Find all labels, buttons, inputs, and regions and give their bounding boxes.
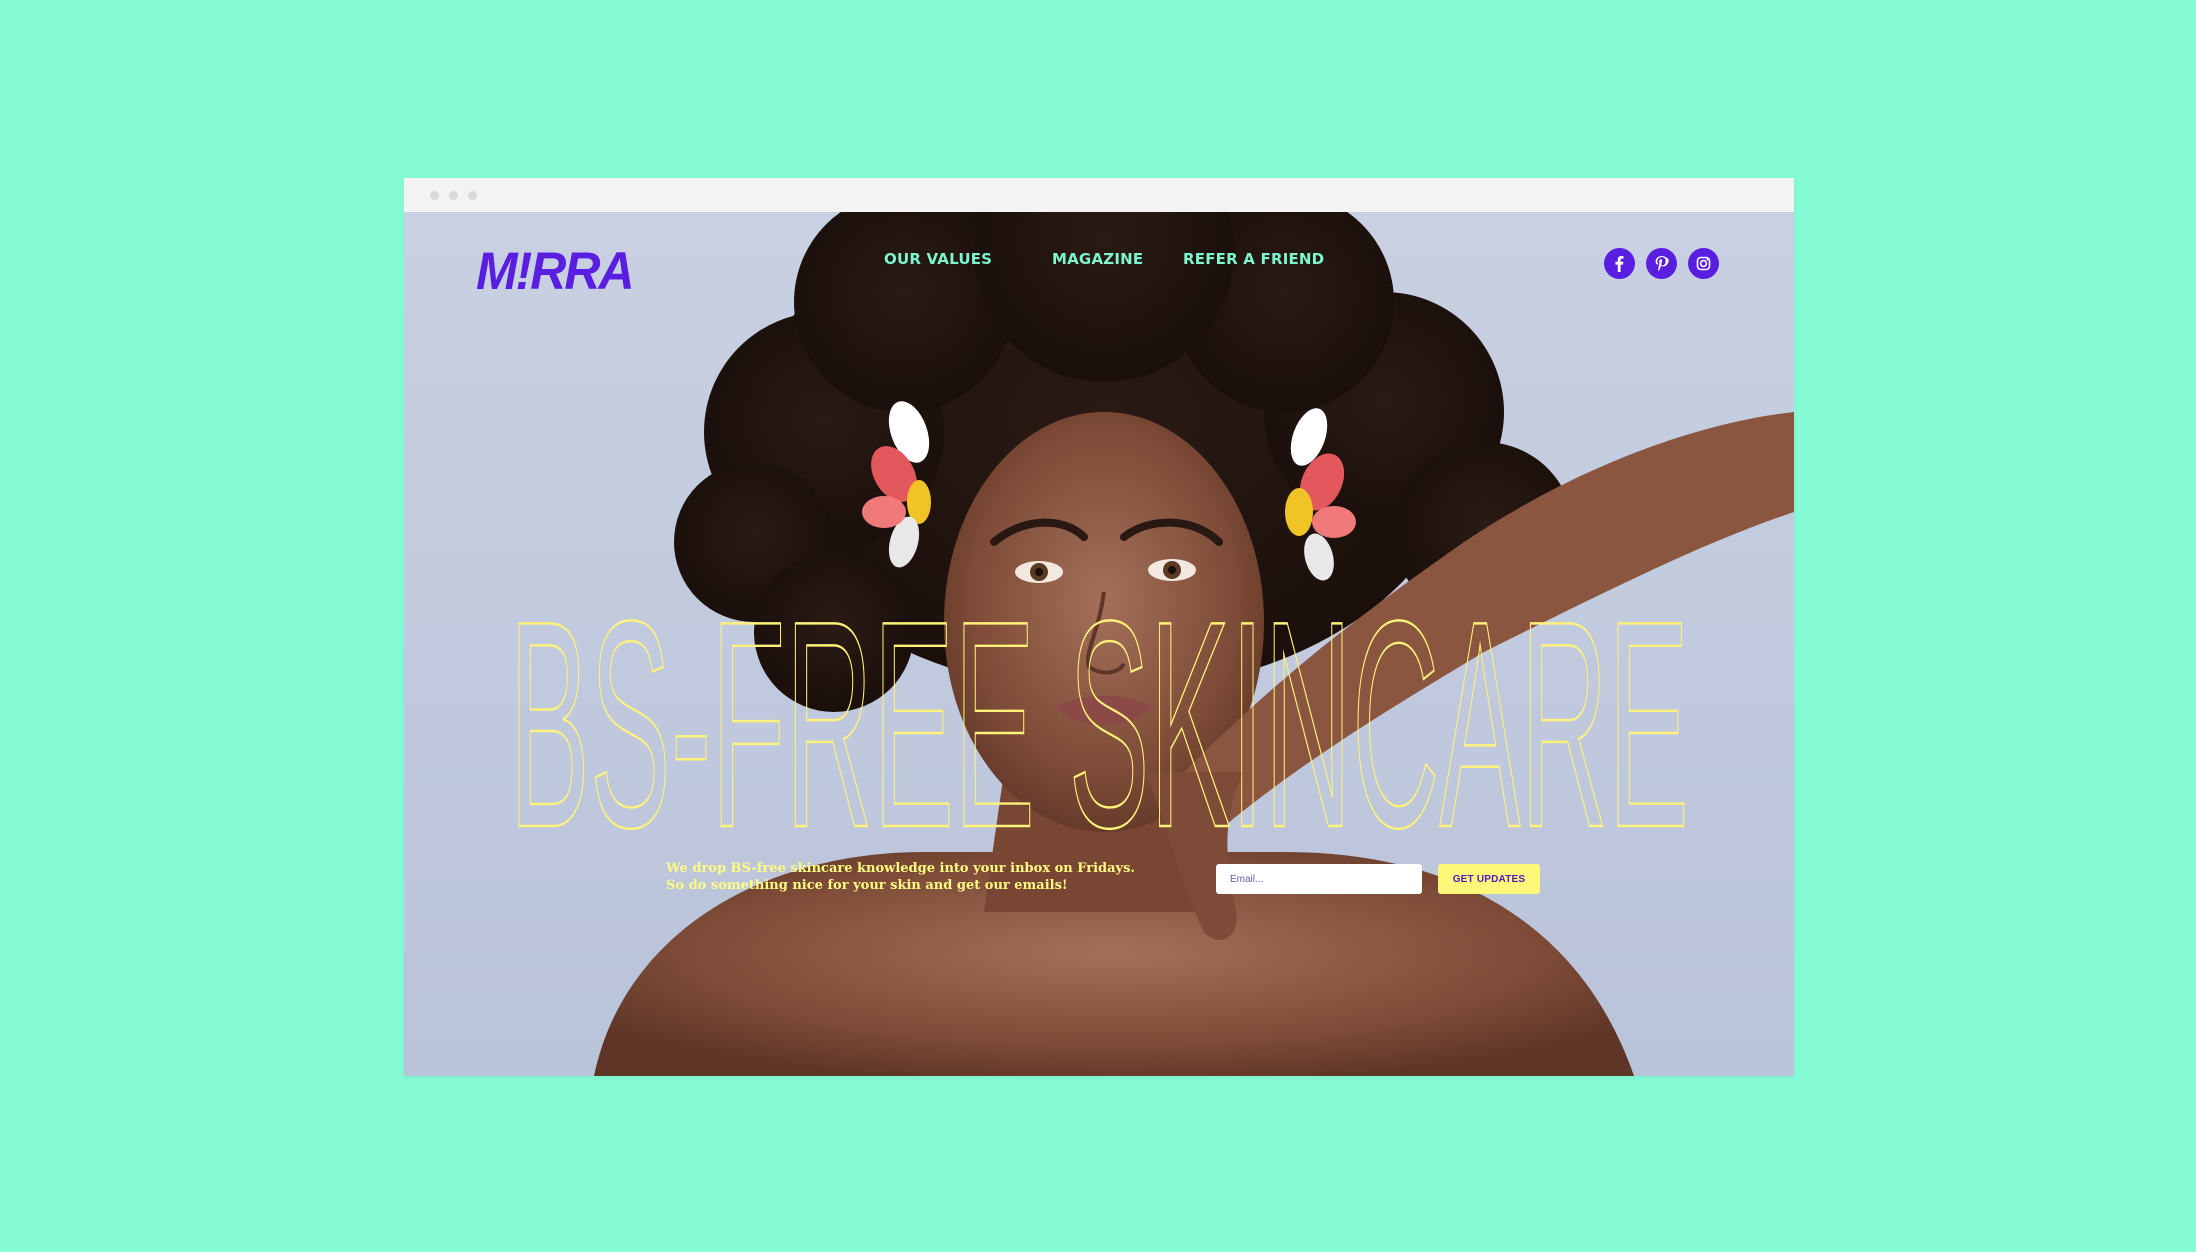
- tagline-line-1: We drop BS-free skincare knowledge into …: [666, 861, 1135, 876]
- nav-item-refer-a-friend[interactable]: REFER A FRIEND: [1183, 250, 1324, 268]
- window-dot-close[interactable]: [430, 191, 439, 200]
- email-input[interactable]: [1216, 864, 1422, 894]
- browser-window: M!RRA OUR VALUES MAGAZINE REFER A FRIEND…: [404, 178, 1794, 1076]
- instagram-icon: [1696, 256, 1711, 271]
- tagline-line-2: So do something nice for your skin and g…: [666, 878, 1068, 893]
- nav-item-magazine[interactable]: MAGAZINE: [1052, 250, 1143, 268]
- nav-item-our-values[interactable]: OUR VALUES: [884, 250, 992, 268]
- browser-chrome: [404, 178, 1794, 213]
- facebook-icon: [1615, 256, 1624, 272]
- window-dot-maximize[interactable]: [468, 191, 477, 200]
- facebook-button[interactable]: [1604, 248, 1635, 279]
- get-updates-button[interactable]: GET UPDATES: [1438, 864, 1540, 894]
- window-dot-minimize[interactable]: [449, 191, 458, 200]
- newsletter-tagline: We drop BS-free skincare knowledge into …: [666, 860, 1146, 894]
- brand-logo[interactable]: M!RRA: [476, 241, 635, 302]
- instagram-button[interactable]: [1688, 248, 1719, 279]
- hero-photo: [594, 212, 1794, 1076]
- hero-section: M!RRA OUR VALUES MAGAZINE REFER A FRIEND…: [404, 212, 1794, 1076]
- pinterest-icon: [1655, 256, 1669, 272]
- pinterest-button[interactable]: [1646, 248, 1677, 279]
